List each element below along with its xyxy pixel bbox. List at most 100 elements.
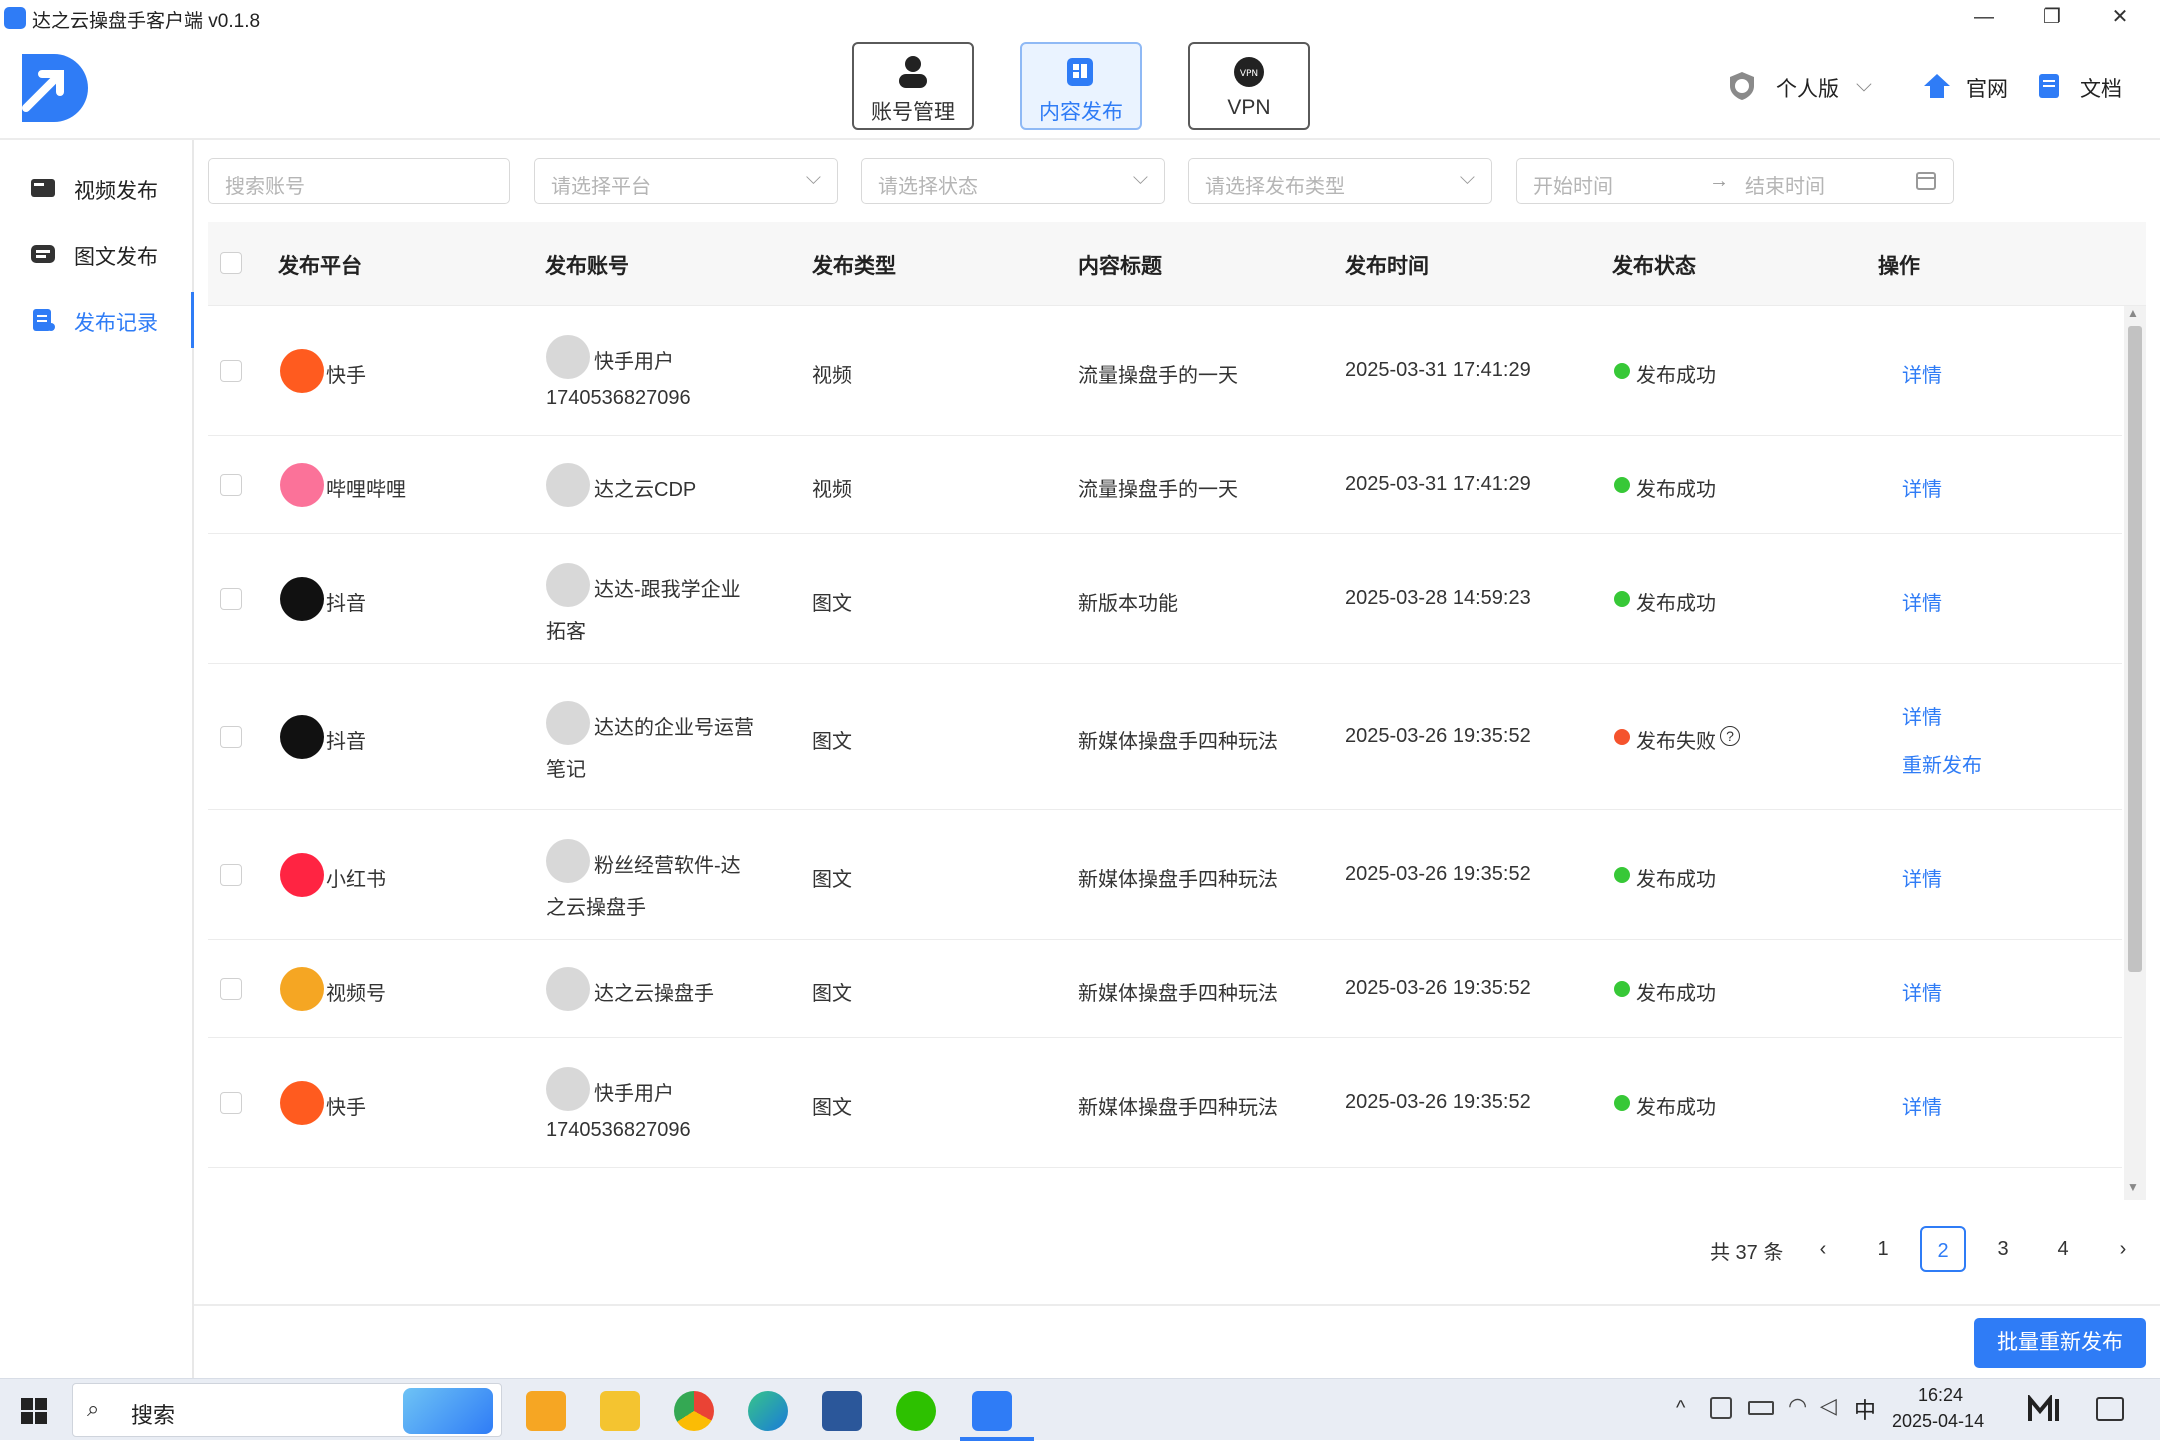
date-range-picker[interactable]: 开始时间 → 结束时间 <box>1516 158 1954 204</box>
docs-link[interactable]: 文档 <box>2080 73 2122 103</box>
account-name-continued: 1740536827096 <box>546 1119 691 1141</box>
account-avatar <box>546 1067 590 1111</box>
tray-app-icon[interactable] <box>1710 1397 1732 1419</box>
page-2-button[interactable]: 2 <box>1920 1226 1966 1272</box>
wechat-icon[interactable] <box>896 1391 936 1431</box>
close-button[interactable]: ✕ <box>2090 2 2150 32</box>
platform-name: 快手 <box>326 1097 366 1119</box>
header-divider <box>0 138 2160 140</box>
row-checkbox[interactable] <box>220 588 242 610</box>
publish-type-select[interactable]: 请选择发布类型 ⌵ <box>1188 158 1492 204</box>
home-icon[interactable] <box>1922 72 1952 100</box>
search-placeholder: 搜索账号 <box>225 176 305 198</box>
page-4-button[interactable]: 4 <box>2040 1226 2086 1272</box>
battery-icon[interactable] <box>1748 1401 1774 1415</box>
platform-name: 抖音 <box>326 731 366 753</box>
sidebar-item-image-publish[interactable]: 图文发布 <box>0 226 194 282</box>
chevron-up-icon[interactable]: ^ <box>1676 1397 1685 1420</box>
dazhiyun-app-icon[interactable] <box>972 1391 1012 1431</box>
platform-name: 哔哩哔哩 <box>326 479 406 501</box>
publish-type: 视频 <box>812 365 852 387</box>
edge-icon[interactable] <box>748 1391 788 1431</box>
app-icon <box>4 7 26 29</box>
next-page-button[interactable]: › <box>2100 1226 2146 1272</box>
detail-link[interactable]: 详情 <box>1902 587 1942 616</box>
restore-button[interactable]: ❐ <box>2022 2 2082 32</box>
row-checkbox[interactable] <box>220 474 242 496</box>
search-account-input[interactable]: 搜索账号 <box>208 158 510 204</box>
prev-page-button[interactable]: ‹ <box>1800 1226 1846 1272</box>
account-name: 快手用户 <box>594 351 674 373</box>
status-select[interactable]: 请选择状态 ⌵ <box>861 158 1165 204</box>
detail-link[interactable]: 详情 <box>1902 473 1942 502</box>
publish-type-placeholder: 请选择发布类型 <box>1205 176 1345 198</box>
row-checkbox[interactable] <box>220 864 242 886</box>
republish-link[interactable]: 重新发布 <box>1902 749 1982 778</box>
chevron-down-icon[interactable]: ⌵ <box>1856 73 1872 97</box>
table-row[interactable]: 哔哩哔哩 达之云CDP 视频 流量操盘手的一天 2025-03-31 17:41:29 发… <box>208 436 2122 534</box>
nav-vpn[interactable]: VPN VPN <box>1188 42 1310 130</box>
platform-name: 视频号 <box>326 983 386 1005</box>
detail-link[interactable]: 详情 <box>1902 1091 1942 1120</box>
bulk-republish-button[interactable]: 批量重新发布 <box>1974 1318 2146 1368</box>
platform-select[interactable]: 请选择平台 ⌵ <box>534 158 838 204</box>
table-row[interactable]: 视频号 达之云操盘手 图文 新媒体操盘手四种玩法 2025-03-26 19:35:52… <box>208 940 2122 1038</box>
official-site-link[interactable]: 官网 <box>1966 73 2008 103</box>
profile-icon[interactable] <box>2028 1393 2062 1423</box>
scroll-down-icon[interactable]: ▼ <box>2127 1180 2139 1194</box>
minimize-button[interactable]: — <box>1954 2 2014 32</box>
status-text: 发布成功 <box>1636 479 1716 501</box>
sidebar-item-video-publish[interactable]: 视频发布 <box>0 160 194 216</box>
windows-start-icon[interactable] <box>20 1397 48 1425</box>
nav-label: VPN <box>1227 96 1271 119</box>
table-row[interactable]: 抖音 达达的企业号运营 笔记 图文 新媒体操盘手四种玩法 2025-03-26 19:35… <box>208 664 2122 810</box>
clock-time[interactable]: 16:24 <box>1918 1385 1963 1406</box>
row-checkbox[interactable] <box>220 978 242 1000</box>
nav-content-publish[interactable]: 内容发布 <box>1020 42 1142 130</box>
help-icon[interactable]: ? <box>1720 726 1740 746</box>
taskbar-search-input[interactable]: ⌕ 搜索 <box>72 1383 502 1437</box>
account-name: 达之云操盘手 <box>594 983 714 1005</box>
volume-icon[interactable]: ◁ <box>1820 1393 1837 1419</box>
detail-link[interactable]: 详情 <box>1902 359 1942 388</box>
row-checkbox[interactable] <box>220 726 242 748</box>
word-icon[interactable] <box>822 1391 862 1431</box>
input-language[interactable]: 中 <box>1854 1393 1876 1425</box>
chevron-down-icon: ⌵ <box>1459 167 1475 189</box>
account-avatar <box>546 967 590 1011</box>
scrollbar-thumb[interactable] <box>2128 326 2142 972</box>
page-3-button[interactable]: 3 <box>1980 1226 2026 1272</box>
clock-date[interactable]: 2025-04-14 <box>1892 1411 1984 1432</box>
table-header: 发布平台 发布账号 发布类型 内容标题 发布时间 发布状态 操作 <box>208 222 2146 306</box>
row-checkbox[interactable] <box>220 1092 242 1114</box>
detail-link[interactable]: 详情 <box>1902 863 1942 892</box>
file-explorer-icon[interactable] <box>600 1391 640 1431</box>
scroll-up-icon[interactable]: ▲ <box>2127 306 2139 320</box>
publish-time: 2025-03-26 19:35:52 <box>1345 1091 1531 1113</box>
nav-account-management[interactable]: 账号管理 <box>852 42 974 130</box>
table-row[interactable]: 快手 快手用户 1740536827096 图文 新媒体操盘手四种玩法 2025-03-2… <box>208 1038 2122 1168</box>
table-row[interactable]: 小红书 粉丝经营软件-达 之云操盘手 图文 新媒体操盘手四种玩法 2025-03-26 1… <box>208 810 2122 940</box>
table-row[interactable]: 抖音 达达-跟我学企业 拓客 图文 新版本功能 2025-03-28 14:59:23 发布… <box>208 534 2122 664</box>
wifi-icon[interactable]: ◠ <box>1788 1393 1807 1419</box>
content-title: 新媒体操盘手四种玩法 <box>1078 869 1278 891</box>
publish-time: 2025-03-31 17:41:29 <box>1345 473 1531 495</box>
content-title: 新媒体操盘手四种玩法 <box>1078 1097 1278 1119</box>
taskview-app-icon[interactable] <box>526 1391 566 1431</box>
detail-link[interactable]: 详情 <box>1902 977 1942 1006</box>
edition-selector[interactable]: 个人版 <box>1776 73 1839 103</box>
document-icon[interactable] <box>2036 72 2062 100</box>
search-icon: ⌕ <box>87 1396 100 1421</box>
table-row[interactable]: 快手 快手用户 1740536827096 视频 流量操盘手的一天 2025-03-31 … <box>208 306 2122 436</box>
window-title: 达之云操盘手客户端 v0.1.8 <box>32 11 261 32</box>
select-all-checkbox[interactable] <box>220 252 242 274</box>
account-name-continued: 之云操盘手 <box>546 897 646 919</box>
page-1-button[interactable]: 1 <box>1860 1226 1906 1272</box>
row-checkbox[interactable] <box>220 360 242 382</box>
notification-icon[interactable] <box>2096 1397 2124 1421</box>
account-name: 达之云CDP <box>594 479 697 501</box>
detail-link[interactable]: 详情 <box>1902 701 1942 730</box>
chrome-icon[interactable] <box>674 1391 714 1431</box>
active-app-indicator <box>960 1437 1034 1441</box>
content-title: 新媒体操盘手四种玩法 <box>1078 731 1278 753</box>
